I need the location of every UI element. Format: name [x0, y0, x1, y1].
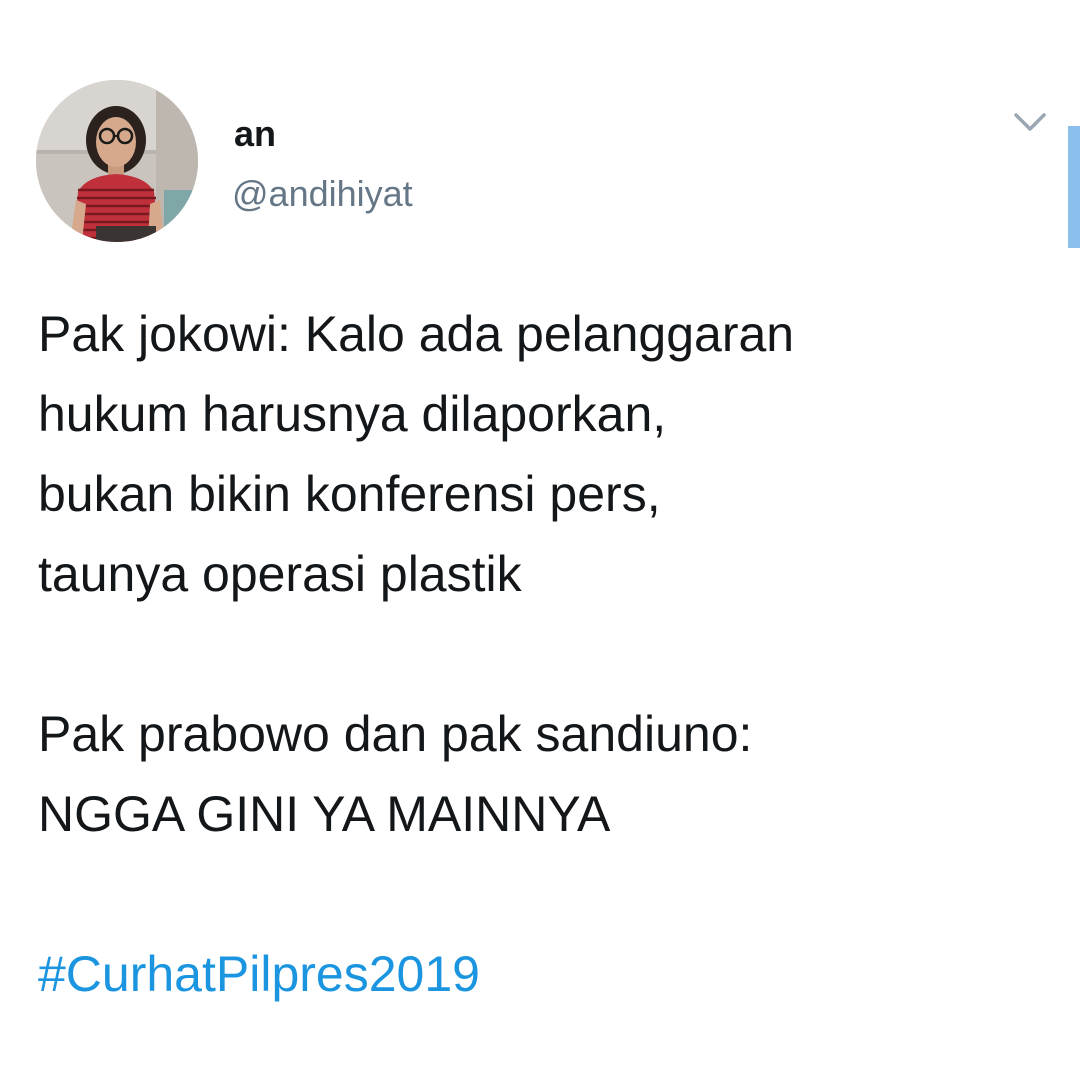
tweet-line: Pak jokowi: Kalo ada pelanggaran — [38, 306, 795, 362]
tweet-line: bukan bikin konferensi pers, — [38, 466, 661, 522]
tweet-card: an @andihiyat Pak jokowi: Kalo ada pelan… — [0, 0, 1080, 1080]
tweet-text: Pak jokowi: Kalo ada pelanggaran hukum h… — [38, 294, 1058, 1014]
avatar-photo — [36, 80, 198, 242]
tweet-line: Pak prabowo dan pak sandiuno: — [38, 706, 753, 762]
avatar[interactable] — [36, 80, 198, 242]
tweet-line: NGGA GINI YA MAINNYA — [38, 786, 611, 842]
display-name[interactable]: an — [234, 112, 276, 156]
hashtag-link[interactable]: #CurhatPilpres2019 — [38, 934, 1058, 1014]
tweet-line: hukum harusnya dilaporkan, — [38, 386, 667, 442]
tweet-line: taunya operasi plastik — [38, 546, 522, 602]
scrollbar-thumb[interactable] — [1068, 126, 1080, 248]
user-handle[interactable]: @andihiyat — [232, 172, 413, 216]
chevron-down-icon[interactable] — [1008, 106, 1052, 140]
